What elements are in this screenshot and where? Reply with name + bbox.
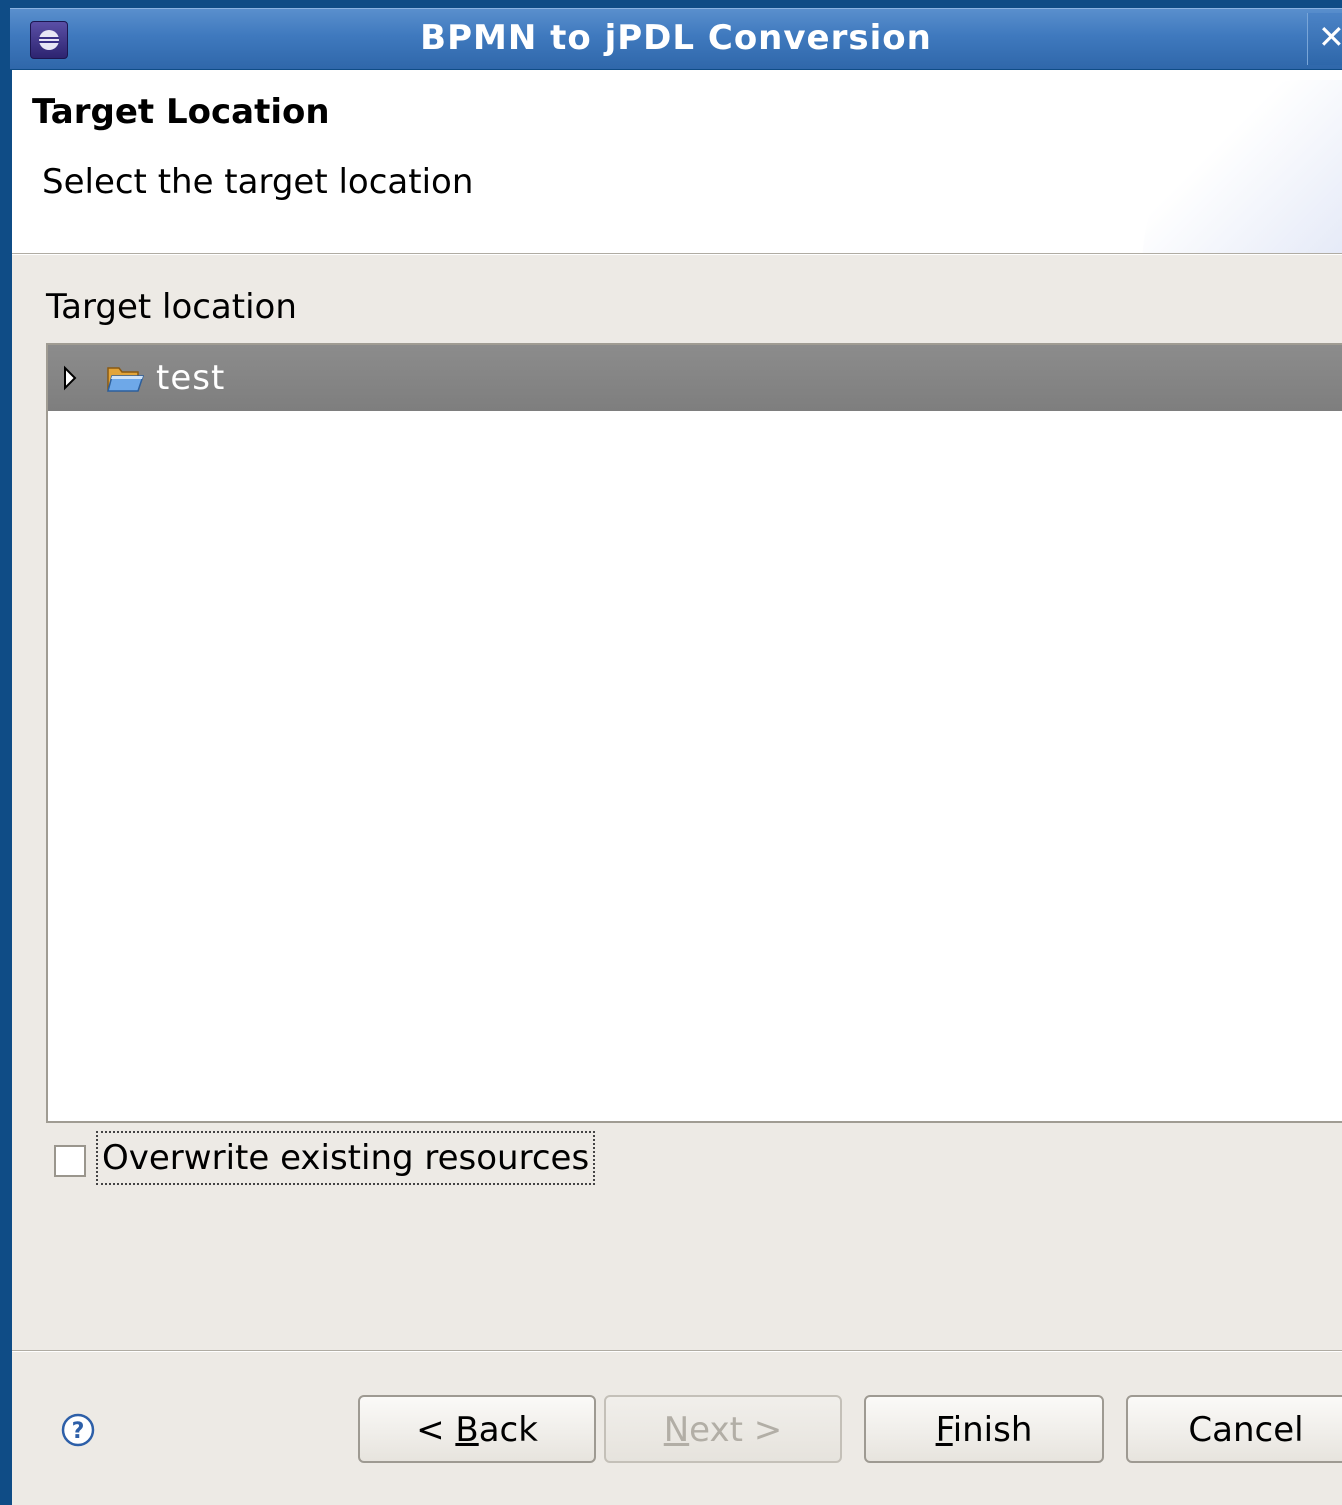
window-title: BPMN to jPDL Conversion <box>420 18 932 58</box>
dialog-window: BPMN to jPDL Conversion ✕ Target Locatio… <box>0 0 1342 1505</box>
close-button[interactable]: ✕ <box>1307 13 1342 65</box>
triangle-right-icon[interactable] <box>62 365 78 395</box>
title-bar[interactable]: BPMN to jPDL Conversion ✕ <box>10 8 1342 69</box>
finish-button-label: inish <box>952 1410 1033 1450</box>
back-button-label: ack <box>478 1410 538 1450</box>
cancel-button-label: Cancel <box>1188 1410 1304 1450</box>
next-button: Next > <box>604 1395 842 1463</box>
tree-item-test[interactable]: test <box>48 345 1342 411</box>
page-title: Target Location <box>32 92 330 132</box>
back-button-prefix: < <box>416 1410 456 1450</box>
help-icon[interactable]: ? <box>60 1412 96 1448</box>
wizard-header: Target Location Select the target locati… <box>12 70 1342 253</box>
close-icon: ✕ <box>1318 18 1342 56</box>
cancel-button[interactable]: Cancel <box>1126 1395 1342 1463</box>
overwrite-checkbox[interactable] <box>54 1145 86 1177</box>
folder-open-icon <box>106 362 145 398</box>
page-description: Select the target location <box>42 162 474 202</box>
next-button-mnemonic: N <box>663 1410 690 1450</box>
target-location-label: Target location <box>46 287 297 327</box>
next-button-label: ext > <box>689 1410 783 1450</box>
header-banner-graphic <box>1142 80 1342 253</box>
back-button[interactable]: < Back <box>358 1395 596 1463</box>
finish-button[interactable]: Finish <box>864 1395 1104 1463</box>
back-button-mnemonic: B <box>455 1410 479 1450</box>
footer-divider-highlight <box>12 1351 1342 1352</box>
finish-button-mnemonic: F <box>935 1410 953 1450</box>
tree-item-label: test <box>156 358 226 398</box>
overwrite-checkbox-label[interactable]: Overwrite existing resources <box>96 1131 596 1185</box>
wizard-body: Target location test Overwrite existing … <box>12 255 1342 1505</box>
target-location-tree[interactable]: test <box>46 343 1342 1123</box>
svg-text:?: ? <box>72 1419 85 1444</box>
